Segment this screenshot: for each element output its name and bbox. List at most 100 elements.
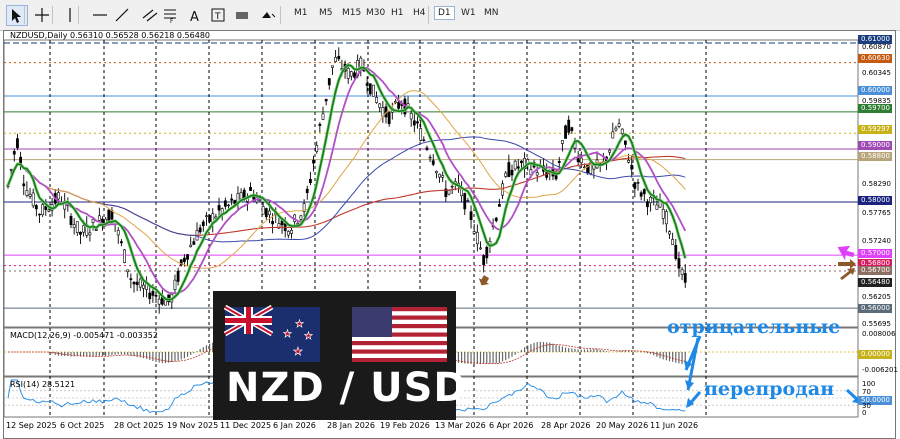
price-level-tag: 0.58800 [858, 152, 892, 161]
candle-body [677, 258, 681, 269]
nz-flag-icon: ★ ★ ★ ★ [223, 304, 320, 362]
price-scale-label: 0.57765 [862, 209, 891, 217]
date-label: 28 Jan 2026 [327, 421, 375, 430]
candle-body [630, 164, 634, 170]
candle-body [463, 193, 467, 210]
price-level-tag: 0.56480 [858, 278, 892, 287]
candle-body [633, 182, 637, 189]
candle-body [375, 96, 378, 103]
candle-body [72, 224, 76, 228]
candle-body [535, 172, 539, 176]
macd-scale-label: 0.008006 [862, 330, 896, 338]
candle-body [564, 125, 567, 139]
candle-body [671, 239, 675, 245]
date-label: 6 Jan 2026 [273, 421, 316, 430]
date-label: 11 Jun 2026 [650, 421, 699, 430]
candle-body [305, 188, 309, 193]
candle-body [504, 172, 508, 177]
candle-body [447, 190, 451, 195]
candle-body [425, 147, 429, 150]
candle-body [176, 270, 180, 282]
svg-text:★: ★ [295, 319, 304, 330]
candle-body [441, 175, 445, 178]
price-level-tag: 0.59700 [858, 104, 892, 113]
candle-body [485, 246, 489, 259]
candle-body [116, 230, 120, 236]
candle-body [91, 219, 95, 223]
candle-body [353, 72, 356, 78]
candle-body [129, 278, 133, 280]
date-label: 13 Mar 2026 [435, 421, 486, 430]
candle-body [507, 162, 511, 177]
date-label: 28 Apr 2026 [541, 421, 591, 430]
candle-body [192, 241, 196, 245]
candle-body [434, 171, 438, 174]
candle-body [157, 298, 161, 305]
candle-body [438, 173, 441, 178]
macd-scale-label: -0.006201 [862, 366, 898, 374]
candle-body [469, 211, 473, 221]
oversold-annotation: перепродан [704, 378, 835, 400]
candle-body [25, 190, 29, 196]
candle-body [683, 273, 687, 283]
date-label: 6 Apr 2026 [489, 421, 534, 430]
candle-body [41, 204, 45, 216]
negative-annotation: отрицательные [667, 316, 841, 338]
candle-body [299, 215, 303, 220]
candle-body [183, 257, 186, 263]
main-pane-frame [3, 39, 859, 328]
price-level-tag: 0.56700 [858, 266, 892, 275]
price-level-tag: 0.58000 [858, 196, 892, 205]
macd-level-tag: 0.00000 [858, 350, 892, 359]
svg-text:★: ★ [283, 329, 292, 340]
candle-body [327, 78, 331, 86]
candle-body [431, 160, 435, 165]
candle-body [646, 201, 649, 208]
candle-body [148, 292, 152, 300]
candle-body [208, 214, 212, 222]
candle-body [198, 227, 202, 233]
candle-body [290, 230, 293, 234]
candle-body [135, 281, 139, 285]
candle-body [230, 198, 234, 201]
candle-body [9, 169, 13, 171]
candle-body [639, 192, 643, 197]
candle-body [107, 209, 111, 221]
candle-body [479, 247, 482, 250]
up-arrow-icon [478, 275, 490, 286]
candle-body [47, 209, 51, 212]
symbol-title: NZDUSD,Daily 0.56310 0.56528 0.56218 0.5… [10, 31, 211, 40]
candle-body [201, 221, 205, 227]
candle-body [636, 182, 640, 184]
date-label: 19 Nov 2025 [167, 421, 219, 430]
candle-body [482, 255, 486, 265]
price-level-tag: 0.57000 [858, 249, 892, 258]
candle-body [75, 221, 79, 233]
candle-body [668, 231, 671, 235]
date-label: 20 May 2026 [596, 421, 649, 430]
candle-body [419, 128, 423, 141]
candle-body [368, 83, 372, 95]
candle-body [34, 205, 38, 210]
candle-body [271, 220, 275, 225]
candle-body [497, 204, 501, 207]
candle-body [154, 295, 158, 297]
price-scale-label: 0.56205 [862, 293, 891, 301]
candle-body [331, 65, 334, 68]
candle-body [186, 254, 189, 260]
candle-body [286, 231, 290, 236]
date-label: 28 Oct 2025 [114, 421, 164, 430]
candle-body [337, 55, 341, 60]
candle-body [227, 204, 230, 207]
candle-body [494, 217, 498, 222]
candle-body [151, 291, 155, 296]
date-label: 19 Feb 2026 [380, 421, 430, 430]
candle-body [422, 139, 426, 141]
candle-body [557, 161, 561, 163]
candle-body [576, 157, 580, 163]
candle-body [614, 127, 618, 131]
candle-body [16, 138, 19, 149]
date-label: 6 Oct 2025 [60, 421, 105, 430]
price-scale-label: 0.57240 [862, 237, 891, 245]
candle-body [312, 159, 315, 164]
